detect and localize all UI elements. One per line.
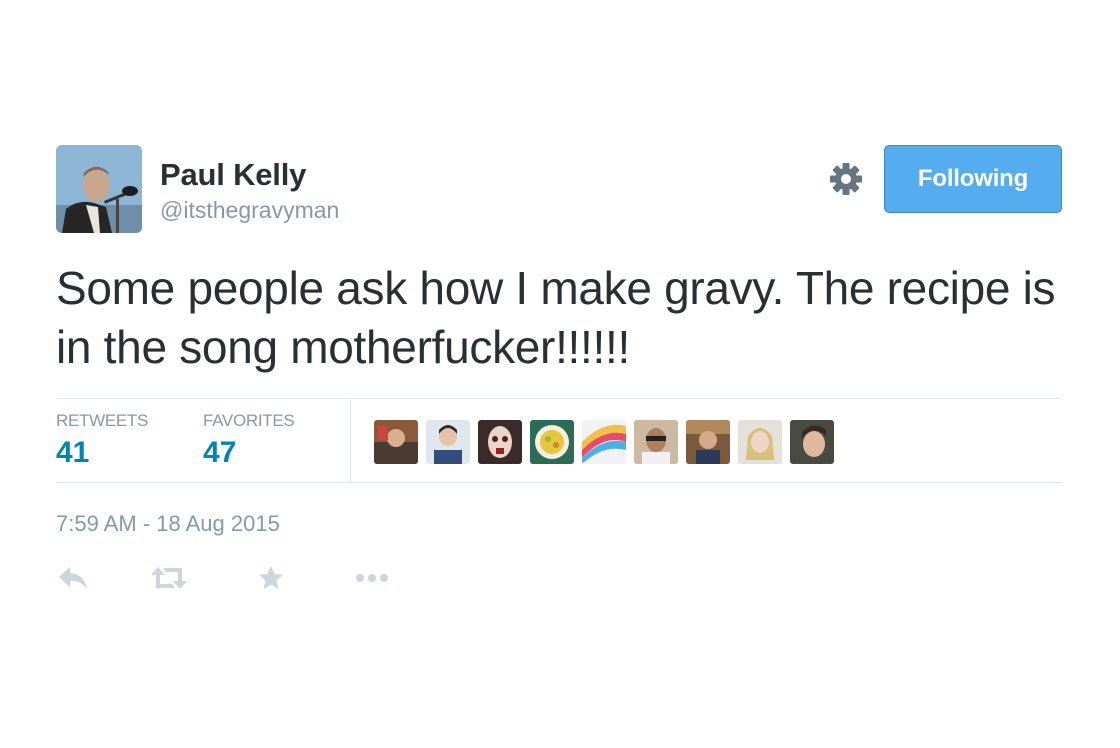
favoriter-avatar[interactable] [478, 420, 522, 464]
favoriter-avatar[interactable] [738, 420, 782, 464]
favorites-label: FAVORITES [203, 411, 295, 430]
favoriter-avatar[interactable] [374, 420, 418, 464]
tweet-header: Paul Kelly @itsthegravyman Following [56, 145, 1062, 233]
retweets-label: RETWEETS [56, 411, 149, 430]
avatar[interactable] [56, 145, 142, 233]
tweet-timestamp[interactable]: 7:59 AM - 18 Aug 2015 [56, 511, 280, 537]
favorites-stat[interactable]: FAVORITES 47 [203, 411, 295, 470]
retweet-icon[interactable] [150, 563, 188, 593]
more-icon[interactable] [354, 563, 390, 593]
author-name[interactable]: Paul Kelly [160, 157, 306, 193]
favoriter-avatar[interactable] [426, 420, 470, 464]
favorites-count[interactable]: 47 [203, 436, 294, 470]
gear-icon[interactable] [828, 161, 864, 197]
favoriter-avatar[interactable] [530, 420, 574, 464]
retweets-count[interactable]: 41 [56, 436, 148, 470]
favoriter-avatar[interactable] [686, 420, 730, 464]
tweet-text: Some people ask how I make gravy. The re… [56, 262, 1056, 373]
favoriter-avatar[interactable] [634, 420, 678, 464]
favoriter-avatars [374, 420, 834, 464]
favoriter-avatar[interactable] [790, 420, 834, 464]
stats-divider [350, 399, 351, 482]
retweets-stat[interactable]: RETWEETS 41 [56, 411, 148, 470]
favoriter-avatar[interactable] [582, 420, 626, 464]
tweet-card: Paul Kelly @itsthegravyman Following Som… [56, 145, 1062, 589]
reply-icon[interactable] [56, 563, 90, 593]
star-icon[interactable] [256, 563, 286, 593]
author-handle[interactable]: @itsthegravyman [160, 197, 339, 224]
following-button[interactable]: Following [884, 145, 1062, 213]
tweet-stats: RETWEETS 41 FAVORITES 47 [56, 398, 1062, 483]
